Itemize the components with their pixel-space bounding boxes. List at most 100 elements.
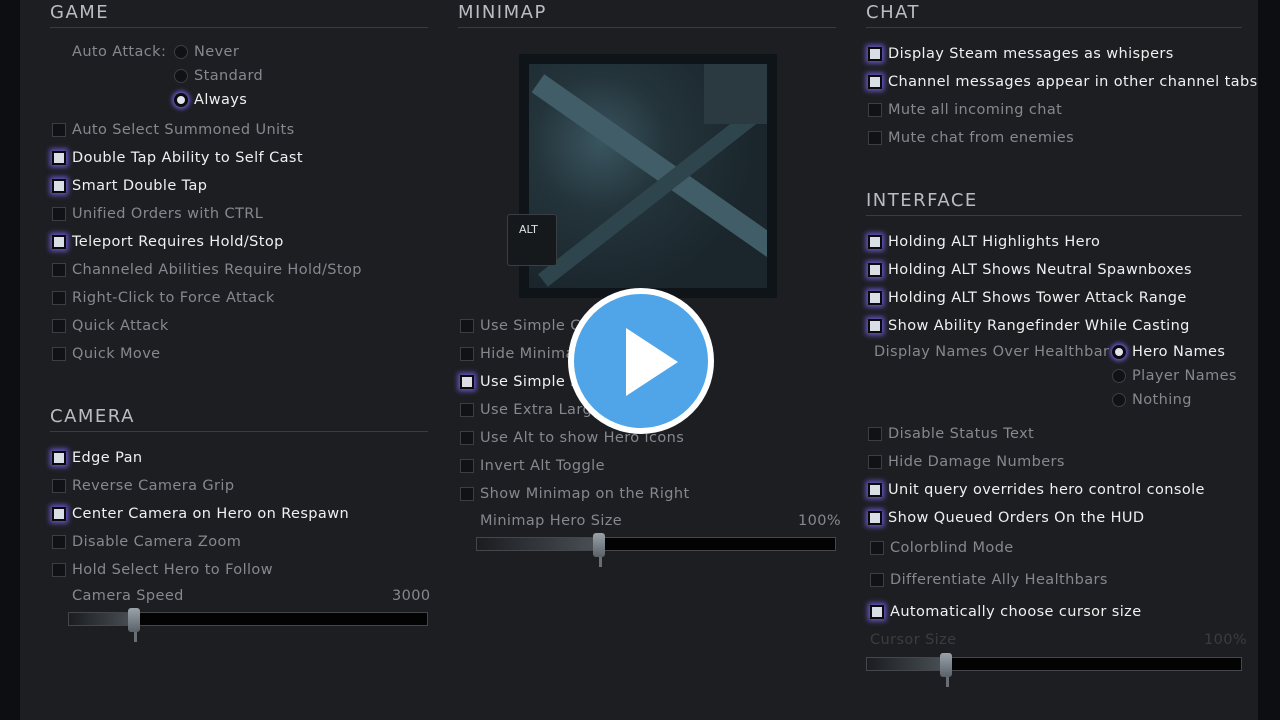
radio-option[interactable]: Always	[174, 92, 247, 108]
checkbox-checked-icon[interactable]	[460, 375, 474, 389]
checkbox-checked-icon[interactable]	[868, 235, 882, 249]
checkbox-label: Holding ALT Highlights Hero	[888, 234, 1101, 250]
cursor-size-slider[interactable]	[866, 653, 1242, 677]
checkbox-item[interactable]: Channeled Abilities Require Hold/Stop	[52, 259, 362, 281]
radio-option[interactable]: Nothing	[1112, 392, 1192, 408]
checkbox-item[interactable]: Mute chat from enemies	[868, 127, 1074, 149]
checkbox-item[interactable]: Double Tap Ability to Self Cast	[52, 147, 303, 169]
slider-thumb[interactable]	[127, 608, 140, 632]
radio-icon[interactable]	[174, 45, 188, 59]
checkbox-item[interactable]: Holding ALT Shows Neutral Spawnboxes	[868, 259, 1192, 281]
checkbox-checked-icon[interactable]	[52, 451, 66, 465]
checkbox-label: Holding ALT Shows Neutral Spawnboxes	[888, 262, 1192, 278]
checkbox-checked-icon[interactable]	[52, 179, 66, 193]
play-icon[interactable]	[568, 288, 714, 434]
checkbox-label: Show Queued Orders On the HUD	[888, 510, 1145, 526]
checkbox-item[interactable]: Use Simple C	[460, 315, 581, 337]
checkbox-empty-icon[interactable]	[52, 347, 66, 361]
checkbox-item[interactable]: Hide Damage Numbers	[868, 451, 1065, 473]
checkbox-checked-icon[interactable]	[868, 483, 882, 497]
checkbox-item[interactable]: Center Camera on Hero on Respawn	[52, 503, 349, 525]
checkbox-empty-icon[interactable]	[52, 479, 66, 493]
radio-icon[interactable]	[174, 93, 188, 107]
minimap-hero-size-slider[interactable]	[476, 533, 836, 557]
checkbox-empty-icon[interactable]	[870, 541, 884, 555]
alt-key-button[interactable]: ALT	[507, 214, 557, 266]
checkbox-item[interactable]: Right-Click to Force Attack	[52, 287, 275, 309]
checkbox-item[interactable]: Automatically choose cursor size	[870, 601, 1142, 623]
checkbox-item[interactable]: Hide Minima	[460, 343, 575, 365]
checkbox-label: Unified Orders with CTRL	[72, 206, 264, 222]
checkbox-checked-icon[interactable]	[868, 75, 882, 89]
checkbox-item[interactable]: Holding ALT Shows Tower Attack Range	[868, 287, 1187, 309]
checkbox-checked-icon[interactable]	[868, 511, 882, 525]
checkbox-empty-icon[interactable]	[868, 131, 882, 145]
checkbox-item[interactable]: Invert Alt Toggle	[460, 455, 605, 477]
checkbox-item[interactable]: Holding ALT Highlights Hero	[868, 231, 1100, 253]
checkbox-empty-icon[interactable]	[52, 319, 66, 333]
checkbox-empty-icon[interactable]	[868, 455, 882, 469]
section-title-chat: CHAT	[866, 2, 1242, 28]
checkbox-label: Channel messages appear in other channel…	[888, 74, 1258, 90]
checkbox-checked-icon[interactable]	[868, 319, 882, 333]
radio-icon[interactable]	[1112, 369, 1126, 383]
checkbox-item[interactable]: Quick Move	[52, 343, 161, 365]
checkbox-item[interactable]: Teleport Requires Hold/Stop	[52, 231, 284, 253]
checkbox-empty-icon[interactable]	[460, 487, 474, 501]
checkbox-item[interactable]: Unified Orders with CTRL	[52, 203, 263, 225]
checkbox-item[interactable]: Smart Double Tap	[52, 175, 207, 197]
checkbox-empty-icon[interactable]	[52, 563, 66, 577]
checkbox-item[interactable]: Unit query overrides hero control consol…	[868, 479, 1205, 501]
camera-speed-slider[interactable]	[68, 608, 428, 632]
checkbox-empty-icon[interactable]	[868, 427, 882, 441]
checkbox-empty-icon[interactable]	[52, 123, 66, 137]
slider-thumb[interactable]	[939, 653, 952, 677]
checkbox-empty-icon[interactable]	[460, 459, 474, 473]
checkbox-item[interactable]: Colorblind Mode	[870, 537, 1014, 559]
radio-option[interactable]: Hero Names	[1112, 344, 1225, 360]
radio-icon[interactable]	[1112, 393, 1126, 407]
checkbox-item[interactable]: Channel messages appear in other channel…	[868, 71, 1258, 93]
checkbox-checked-icon[interactable]	[868, 47, 882, 61]
checkbox-item[interactable]: Disable Camera Zoom	[52, 531, 241, 553]
checkbox-checked-icon[interactable]	[868, 291, 882, 305]
checkbox-label: Teleport Requires Hold/Stop	[72, 234, 284, 250]
checkbox-empty-icon[interactable]	[870, 573, 884, 587]
checkbox-item[interactable]: Disable Status Text	[868, 423, 1034, 445]
checkbox-item[interactable]: Auto Select Summoned Units	[52, 119, 295, 141]
slider-thumb[interactable]	[593, 533, 606, 557]
slider-fill	[477, 538, 600, 550]
checkbox-empty-icon[interactable]	[52, 535, 66, 549]
checkbox-label: Center Camera on Hero on Respawn	[72, 506, 350, 522]
checkbox-item[interactable]: Reverse Camera Grip	[52, 475, 234, 497]
checkbox-item[interactable]: Edge Pan	[52, 447, 142, 469]
checkbox-checked-icon[interactable]	[52, 151, 66, 165]
radio-label: Hero Names	[1132, 344, 1226, 360]
radio-icon[interactable]	[174, 69, 188, 83]
checkbox-empty-icon[interactable]	[460, 319, 474, 333]
checkbox-checked-icon[interactable]	[868, 263, 882, 277]
checkbox-empty-icon[interactable]	[52, 207, 66, 221]
checkbox-empty-icon[interactable]	[460, 431, 474, 445]
checkbox-item[interactable]: Display Steam messages as whispers	[868, 43, 1174, 65]
checkbox-item[interactable]: Mute all incoming chat	[868, 99, 1062, 121]
checkbox-item[interactable]: Show Minimap on the Right	[460, 483, 690, 505]
checkbox-checked-icon[interactable]	[52, 507, 66, 521]
checkbox-checked-icon[interactable]	[870, 605, 884, 619]
radio-option[interactable]: Standard	[174, 68, 263, 84]
checkbox-item[interactable]: Differentiate Ally Healthbars	[870, 569, 1108, 591]
radio-icon[interactable]	[1112, 345, 1126, 359]
checkbox-checked-icon[interactable]	[52, 235, 66, 249]
checkbox-empty-icon[interactable]	[460, 403, 474, 417]
checkbox-label: Edge Pan	[72, 450, 143, 466]
checkbox-item[interactable]: Quick Attack	[52, 315, 169, 337]
checkbox-empty-icon[interactable]	[52, 291, 66, 305]
radio-option[interactable]: Player Names	[1112, 368, 1237, 384]
checkbox-item[interactable]: Show Queued Orders On the HUD	[868, 507, 1144, 529]
checkbox-empty-icon[interactable]	[52, 263, 66, 277]
checkbox-empty-icon[interactable]	[868, 103, 882, 117]
checkbox-empty-icon[interactable]	[460, 347, 474, 361]
radio-option[interactable]: Never	[174, 44, 239, 60]
checkbox-item[interactable]: Show Ability Rangefinder While Casting	[868, 315, 1190, 337]
checkbox-item[interactable]: Hold Select Hero to Follow	[52, 559, 273, 581]
